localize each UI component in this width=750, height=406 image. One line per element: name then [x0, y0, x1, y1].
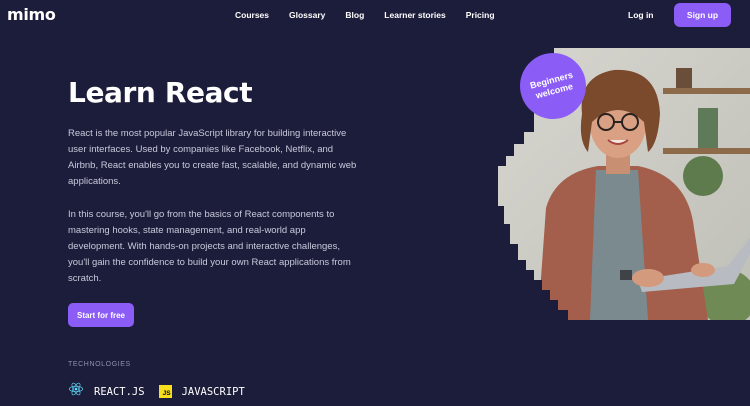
start-for-free-button[interactable]: Start for free [68, 303, 134, 327]
top-navigation: mimo Courses Glossary Blog Learner stori… [0, 0, 750, 30]
tech-name: REACT.JS [94, 385, 145, 398]
tech-item-react: REACT.JS [68, 381, 145, 402]
course-description-paragraph: In this course, you'll go from the basic… [68, 209, 351, 284]
nav-link-blog[interactable]: Blog [345, 10, 364, 20]
technologies-list: REACT.JS JS JAVASCRIPT [68, 381, 259, 402]
tech-item-javascript: JS JAVASCRIPT [158, 385, 245, 398]
technologies-label: TECHNOLOGIES [68, 361, 131, 368]
nav-link-learner-stories[interactable]: Learner stories [384, 10, 445, 20]
signup-button[interactable]: Sign up [674, 3, 731, 27]
mimo-logo[interactable]: mimo [7, 5, 56, 24]
nav-link-glossary[interactable]: Glossary [289, 10, 325, 20]
nav-links: Courses Glossary Blog Learner stories Pr… [235, 10, 515, 20]
nav-link-pricing[interactable]: Pricing [466, 10, 495, 20]
login-link[interactable]: Log in [628, 10, 654, 20]
badge-text: Beginners welcome [528, 69, 574, 101]
javascript-icon: JS [158, 385, 172, 398]
tech-name: JAVASCRIPT [181, 385, 245, 398]
react-icon [68, 381, 84, 402]
page-title: Learn React [68, 76, 253, 109]
intro-paragraph: React is the most popular JavaScript lib… [68, 128, 357, 187]
nav-link-courses[interactable]: Courses [235, 10, 269, 20]
